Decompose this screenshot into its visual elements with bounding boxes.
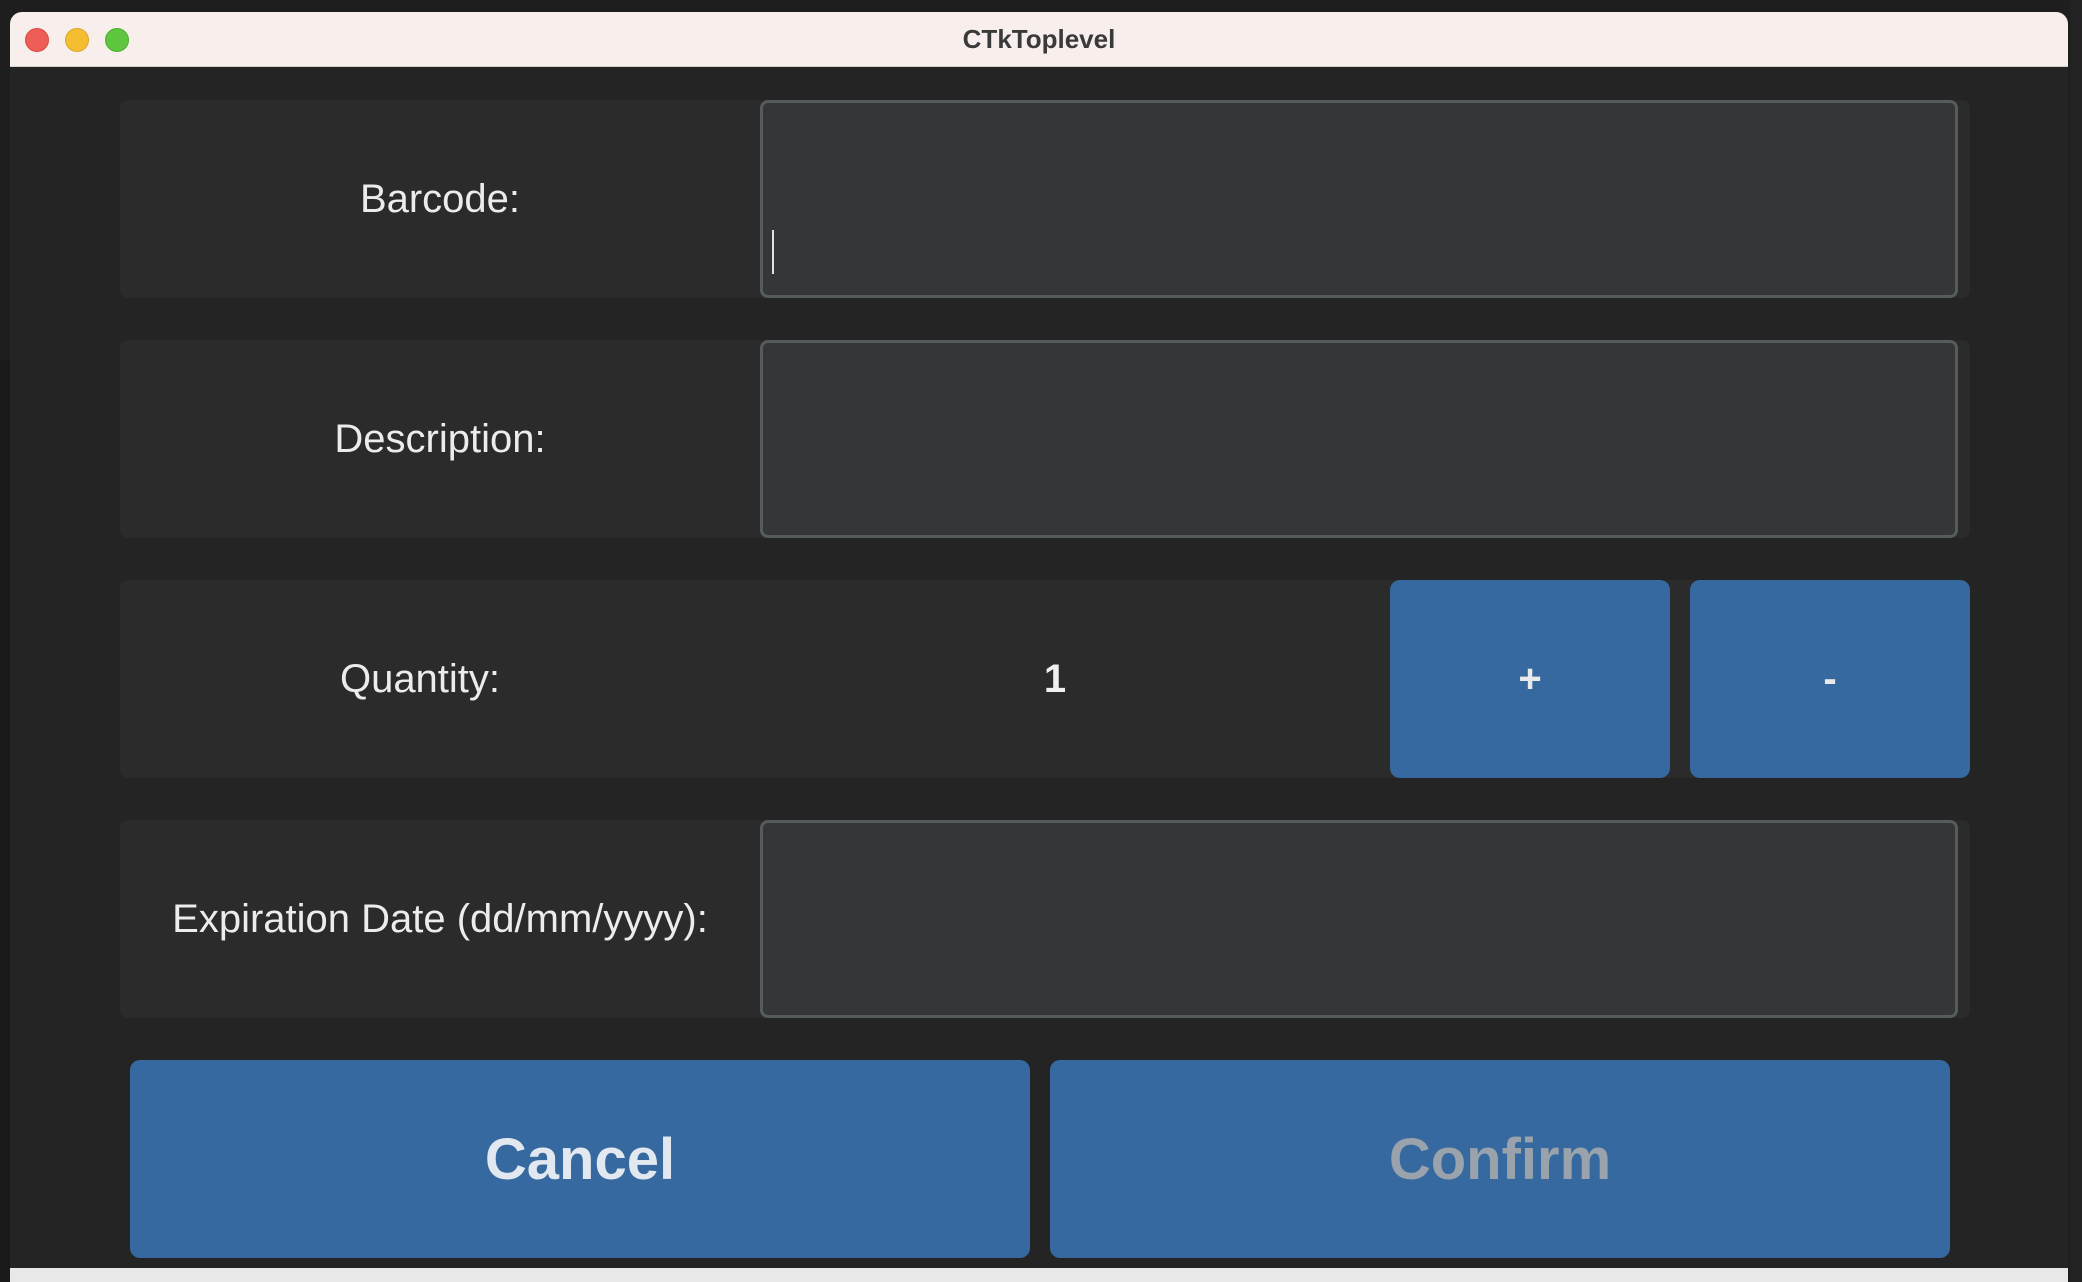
increment-quantity-button[interactable]: + (1390, 580, 1670, 778)
window-bottom-edge (10, 1268, 2068, 1282)
decrement-quantity-button[interactable]: - (1690, 580, 1970, 778)
expiration-date-input[interactable] (760, 820, 1958, 1018)
quantity-row: Quantity: 1 + - (120, 580, 1970, 778)
barcode-row: Barcode: (120, 100, 1970, 298)
background-app-edge-right (2070, 0, 2082, 1282)
form-content: Barcode: Description: Quantity: 1 + - Ex… (10, 67, 2068, 1282)
description-input[interactable] (760, 340, 1958, 538)
ctk-toplevel-window: CTkToplevel Barcode: Description: Quanti… (10, 12, 2068, 1282)
description-row: Description: (120, 340, 1970, 538)
cancel-button[interactable]: Cancel (130, 1060, 1030, 1258)
expiration-label: Expiration Date (dd/mm/yyyy): (172, 896, 708, 941)
barcode-input[interactable] (760, 100, 1958, 298)
description-label: Description: (334, 416, 546, 461)
quantity-label: Quantity: (339, 656, 501, 701)
confirm-button[interactable]: Confirm (1050, 1060, 1950, 1258)
window-title: CTkToplevel (962, 24, 1116, 54)
background-app-edge (0, 360, 10, 1282)
title-bar[interactable]: CTkToplevel (10, 12, 2068, 67)
desktop: CTkToplevel Barcode: Description: Quanti… (0, 0, 2082, 1282)
barcode-label: Barcode: (359, 176, 521, 221)
quantity-value: 1 (1043, 656, 1067, 701)
text-cursor (772, 230, 774, 274)
expiration-row: Expiration Date (dd/mm/yyyy): (120, 820, 1970, 1018)
